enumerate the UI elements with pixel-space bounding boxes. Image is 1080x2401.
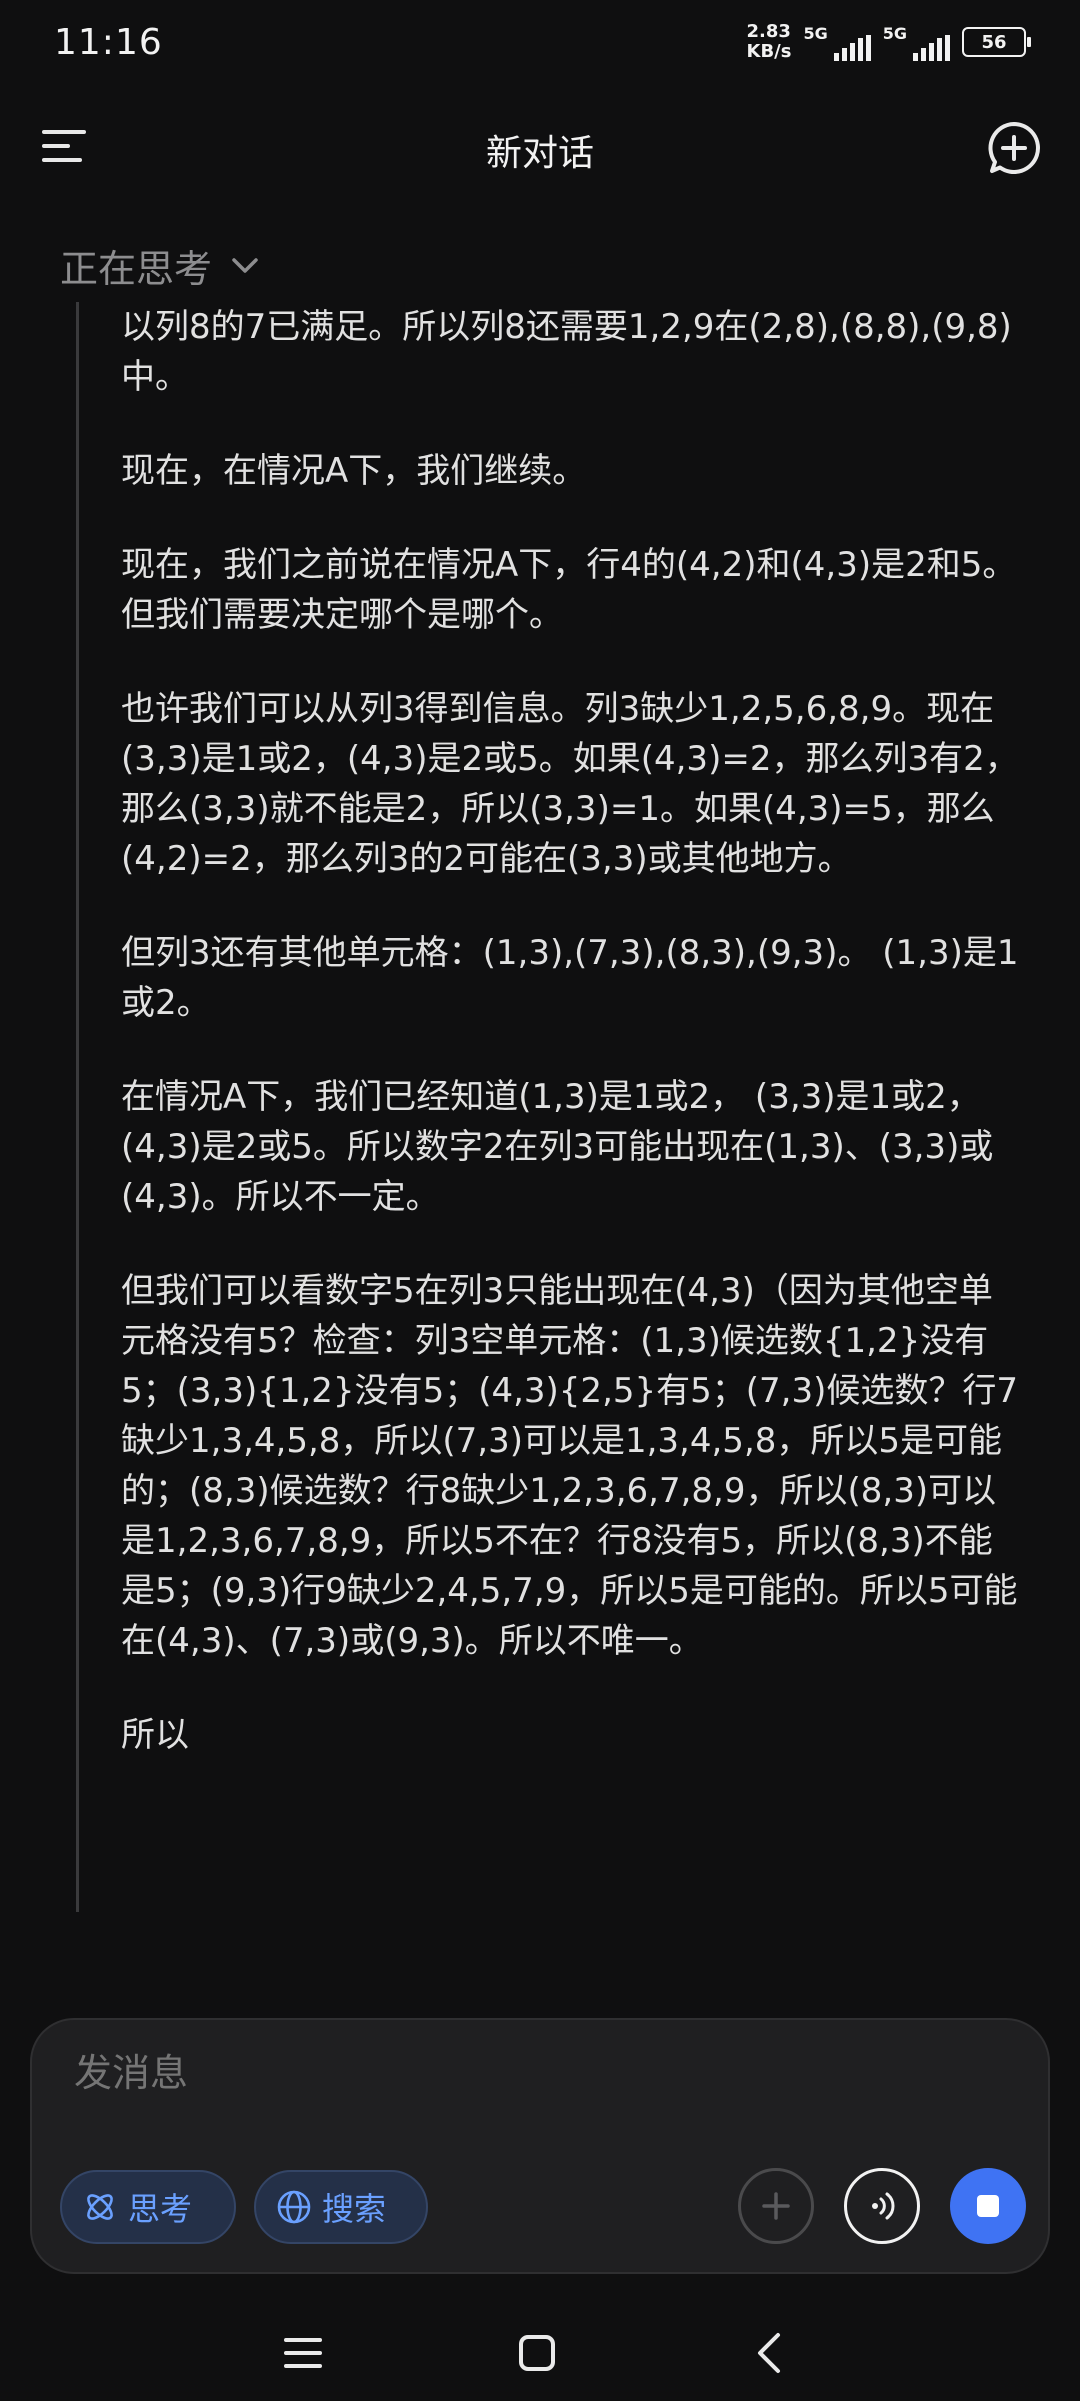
home-icon[interactable]	[512, 2328, 562, 2378]
thinking-content: 以列8的7已满足。所以列8还需要1,2,9在(2,8),(8,8),(9,8)中…	[76, 302, 1036, 1912]
thinking-toggle[interactable]: 正在思考	[60, 238, 260, 293]
plus-icon	[762, 2192, 790, 2220]
status-time: 11:16	[54, 22, 163, 63]
thinking-paragraph: 但列3还有其他单元格：(1,3),(7,3),(8,3),(9,3)。 (1,3…	[121, 933, 1019, 1023]
search-label: 搜索	[322, 2190, 387, 2228]
thinking-paragraph: 现在，我们之前说在情况A下，行4的(4,2)和(4,3)是2和5。但我们需要决定…	[121, 545, 1017, 635]
network-type-1: 5G	[803, 23, 828, 43]
thinking-paragraph: 但我们可以看数字5在列3只能出现在(4,3)（因为其他空单元格没有5？检查：列3…	[121, 1271, 1018, 1661]
message-input[interactable]	[72, 2050, 976, 2096]
back-icon[interactable]	[746, 2328, 796, 2378]
signal-bars-icon	[913, 34, 950, 61]
message-composer: 思考 搜索	[30, 2018, 1050, 2274]
globe-icon	[277, 2190, 311, 2224]
atom-icon	[87, 2194, 113, 2220]
thinking-label: 正在思考	[60, 247, 213, 291]
stop-icon	[977, 2195, 999, 2217]
signal-1: 5G	[803, 23, 871, 61]
think-button[interactable]: 思考	[60, 2170, 236, 2244]
thinking-paragraph: 所以	[121, 1715, 189, 1755]
stop-generation-button[interactable]	[950, 2168, 1026, 2244]
add-attachment-button[interactable]	[738, 2168, 814, 2244]
network-speed-unit: KB/s	[746, 41, 792, 62]
voice-wave-icon	[872, 2192, 895, 2220]
network-speed-value: 2.83	[746, 21, 791, 42]
network-type-2: 5G	[882, 23, 907, 43]
status-icons: 2.83 KB/s 5G 5G 56	[747, 22, 1031, 62]
page-title: 新对话	[485, 133, 594, 174]
thinking-paragraph: 以列8的7已满足。所以列8还需要1,2,9在(2,8),(8,8),(9,8)中…	[121, 307, 1012, 397]
signal-bars-icon	[833, 34, 871, 61]
voice-call-button[interactable]	[844, 2168, 920, 2244]
thinking-paragraph: 在情况A下，我们已经知道(1,3)是1或2， (3,3)是1或2，(4,3)是2…	[121, 1077, 994, 1217]
new-chat-icon[interactable]	[986, 120, 1042, 176]
network-speed: 2.83 KB/s	[747, 22, 792, 62]
system-nav-bar	[0, 2300, 1080, 2401]
thinking-paragraph: 也许我们可以从列3得到信息。列3缺少1,2,5,6,8,9。现在(3,3)是1或…	[121, 689, 1019, 879]
battery-icon: 56	[962, 27, 1031, 57]
recent-apps-icon[interactable]	[278, 2328, 328, 2378]
chevron-down-icon	[232, 257, 258, 273]
battery-level: 56	[981, 31, 1007, 53]
think-label: 思考	[128, 2190, 193, 2228]
search-button[interactable]: 搜索	[254, 2170, 428, 2244]
app-header: 新对话	[0, 100, 1080, 200]
status-bar: 11:16 2.83 KB/s 5G 5G 56	[0, 0, 1080, 90]
thinking-paragraph: 现在，在情况A下，我们继续。	[121, 451, 587, 491]
signal-2: 5G	[883, 24, 950, 61]
